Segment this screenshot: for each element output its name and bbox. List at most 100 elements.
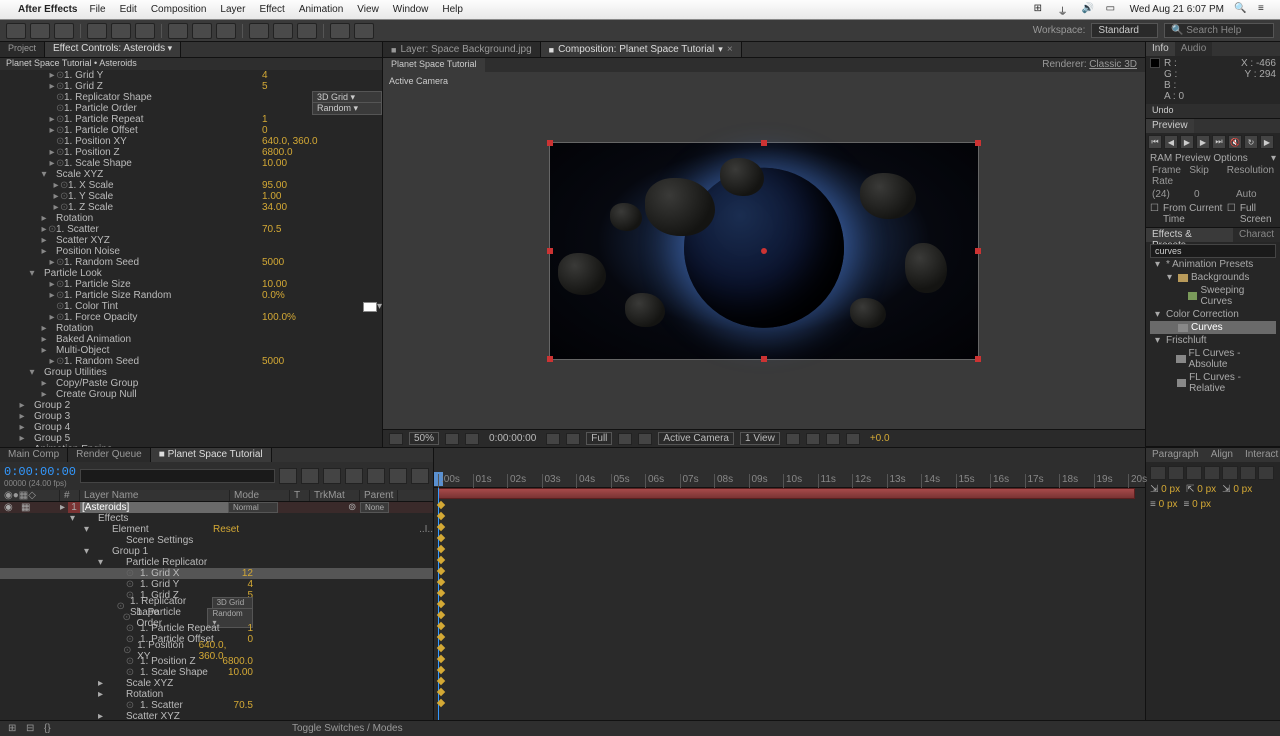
layer-name[interactable]: [Asteroids] — [80, 502, 228, 513]
timeline-ruler[interactable]: :00s01s02s03s04s05s06s07s08s09s10s11s12s… — [434, 448, 1145, 488]
last-frame-button[interactable]: ⏭ — [1212, 135, 1226, 149]
tab-project[interactable]: Project — [0, 42, 45, 57]
frame-blend-icon[interactable] — [345, 468, 363, 484]
camera-tool[interactable] — [111, 23, 131, 39]
space-before[interactable]: 0 px — [1159, 499, 1178, 510]
snapshot-icon[interactable] — [546, 433, 560, 445]
framerate-dropdown[interactable]: (24) — [1150, 188, 1192, 201]
eraser-tool[interactable] — [297, 23, 317, 39]
timeline-graph[interactable] — [434, 488, 1145, 720]
tl-property-row[interactable]: ▸Rotation — [0, 689, 433, 700]
menu-view[interactable]: View — [357, 4, 379, 15]
tab-render-queue[interactable]: Render Queue — [68, 448, 151, 462]
next-frame-button[interactable]: ▶ — [1196, 135, 1210, 149]
layer-duration-bar[interactable] — [438, 488, 1135, 499]
viewer-timecode[interactable]: 0:00:00:00 — [485, 433, 540, 444]
footer-icon-3[interactable]: {} — [44, 723, 58, 735]
ec-property-row[interactable]: ▸⊙1. X Scale95.00 — [0, 180, 382, 191]
menu-file[interactable]: File — [89, 4, 105, 15]
ec-property-row[interactable]: ▸Position Noise — [0, 246, 382, 257]
ec-property-row[interactable]: ▸Scatter XYZ — [0, 235, 382, 246]
tl-property-row[interactable]: ⊙1. Grid Y4 — [0, 579, 433, 590]
menu-edit[interactable]: Edit — [120, 4, 137, 15]
camera-dropdown[interactable]: Active Camera — [658, 432, 734, 445]
ep-item[interactable]: ▾Backgrounds — [1150, 271, 1276, 284]
tab-preview[interactable]: Preview — [1146, 119, 1194, 133]
pen-tool[interactable] — [192, 23, 212, 39]
hide-shy-icon[interactable] — [323, 468, 341, 484]
tl-property-row[interactable]: ⊙1. Grid X12 — [0, 568, 433, 579]
ep-item[interactable]: ▾Frischluft — [1150, 334, 1276, 347]
ec-property-row[interactable]: ▾Scale XYZ — [0, 169, 382, 180]
ec-property-row[interactable]: ▸Baked Animation — [0, 334, 382, 345]
ram-preview-button[interactable]: ▶ — [1260, 135, 1274, 149]
comp-subtab[interactable]: Planet Space Tutorial — [383, 58, 485, 72]
chevron-down-icon[interactable]: ▾ — [1271, 153, 1276, 164]
ec-property-row[interactable]: ▸⊙1. Random Seed5000 — [0, 356, 382, 367]
roto-tool[interactable] — [330, 23, 350, 39]
zoom-dropdown[interactable]: 50% — [409, 432, 439, 445]
menu-help[interactable]: Help — [442, 4, 463, 15]
tab-effects-presets[interactable]: Effects & Presets — [1146, 228, 1233, 242]
ec-property-row[interactable]: ▸⊙1. Scatter70.5 — [0, 224, 382, 235]
composition-viewer[interactable]: Active Camera — [383, 72, 1145, 429]
skip-dropdown[interactable]: 0 — [1192, 188, 1234, 201]
views-dropdown[interactable]: 1 View — [740, 432, 780, 445]
puppet-tool[interactable] — [354, 23, 374, 39]
menubar-clock[interactable]: Wed Aug 21 6:07 PM — [1130, 4, 1224, 15]
battery-icon[interactable]: ▭ — [1106, 3, 1120, 17]
volume-icon[interactable]: 🔊 — [1082, 3, 1096, 17]
first-frame-button[interactable]: ⏮ — [1148, 135, 1162, 149]
menu-composition[interactable]: Composition — [151, 4, 207, 15]
ec-property-row[interactable]: ▸Group 3 — [0, 411, 382, 422]
ec-property-row[interactable]: ⊙1. Particle OrderRandom ▾ — [0, 103, 382, 114]
ec-property-row[interactable]: ▸Group 4 — [0, 422, 382, 433]
spotlight-icon[interactable]: 🔍 — [1234, 3, 1248, 17]
ep-item[interactable]: Sweeping Curves — [1150, 284, 1276, 308]
transparency-icon[interactable] — [638, 433, 652, 445]
wifi-icon[interactable]: ⏚ — [1058, 3, 1072, 17]
shape-tool[interactable] — [168, 23, 188, 39]
timeline-timecode[interactable]: 0:00:00:00 — [4, 465, 76, 479]
ec-property-row[interactable]: ▸Rotation — [0, 213, 382, 224]
effects-presets-tree[interactable]: ▾* Animation Presets▾BackgroundsSweeping… — [1150, 258, 1276, 395]
ec-property-row[interactable]: ▸⊙1. Z Scale34.00 — [0, 202, 382, 213]
ec-property-row[interactable]: ▸⊙1. Grid Y4 — [0, 70, 382, 81]
renderer-value[interactable]: Classic 3D — [1089, 59, 1137, 70]
draft-3d-icon[interactable] — [301, 468, 319, 484]
ec-property-row[interactable]: ▸Group 2 — [0, 400, 382, 411]
align-right-button[interactable] — [1186, 466, 1202, 480]
ec-property-row[interactable]: ▸⊙1. Particle Offset0 — [0, 125, 382, 136]
indent-right[interactable]: 0 px — [1233, 484, 1252, 495]
text-tool[interactable] — [216, 23, 236, 39]
ec-property-row[interactable]: ▸⊙1. Particle Size Random0.0% — [0, 290, 382, 301]
preview-res-dropdown[interactable]: Auto — [1234, 188, 1276, 201]
tab-interact[interactable]: Interact — [1239, 448, 1280, 462]
tab-info[interactable]: Info — [1146, 42, 1175, 56]
tl-property-row[interactable]: ⊙1. Particle OrderRandom ▾ — [0, 612, 433, 623]
menu-effect[interactable]: Effect — [259, 4, 284, 15]
resolution-dropdown[interactable]: Full — [586, 432, 612, 445]
timeline-search[interactable] — [80, 469, 275, 483]
ec-property-row[interactable]: ▸Rotation — [0, 323, 382, 334]
ep-item[interactable]: ▾Color Correction — [1150, 308, 1276, 321]
tl-property-row[interactable]: ⊙1. Scale Shape10.00 — [0, 667, 433, 678]
blend-mode-dropdown[interactable]: Normal — [228, 502, 278, 513]
res-icon[interactable] — [445, 433, 459, 445]
from-current-checkbox[interactable]: From Current Time — [1163, 203, 1223, 225]
ep-item[interactable]: FL Curves - Relative — [1150, 371, 1276, 395]
menu-window[interactable]: Window — [393, 4, 429, 15]
grid-icon[interactable] — [389, 433, 403, 445]
tab-paragraph[interactable]: Paragraph — [1146, 448, 1205, 462]
timeline-layer-row[interactable]: ◉ ▦ ▸ 1 [Asteroids] Normal ⊚ None — [0, 502, 433, 513]
ec-property-row[interactable]: ▸Create Group Null — [0, 389, 382, 400]
full-screen-checkbox[interactable]: Full Screen — [1240, 203, 1276, 225]
comp-mini-flowchart-icon[interactable] — [279, 468, 297, 484]
tab-main-comp[interactable]: Main Comp — [0, 448, 68, 462]
ec-property-row[interactable]: ▸Animation Engine — [0, 444, 382, 447]
pan-behind-tool[interactable] — [135, 23, 155, 39]
channel-icon[interactable] — [465, 433, 479, 445]
ec-property-row[interactable]: ▸⊙1. Random Seed5000 — [0, 257, 382, 268]
ec-property-row[interactable]: ▸Multi-Object — [0, 345, 382, 356]
align-center-button[interactable] — [1168, 466, 1184, 480]
